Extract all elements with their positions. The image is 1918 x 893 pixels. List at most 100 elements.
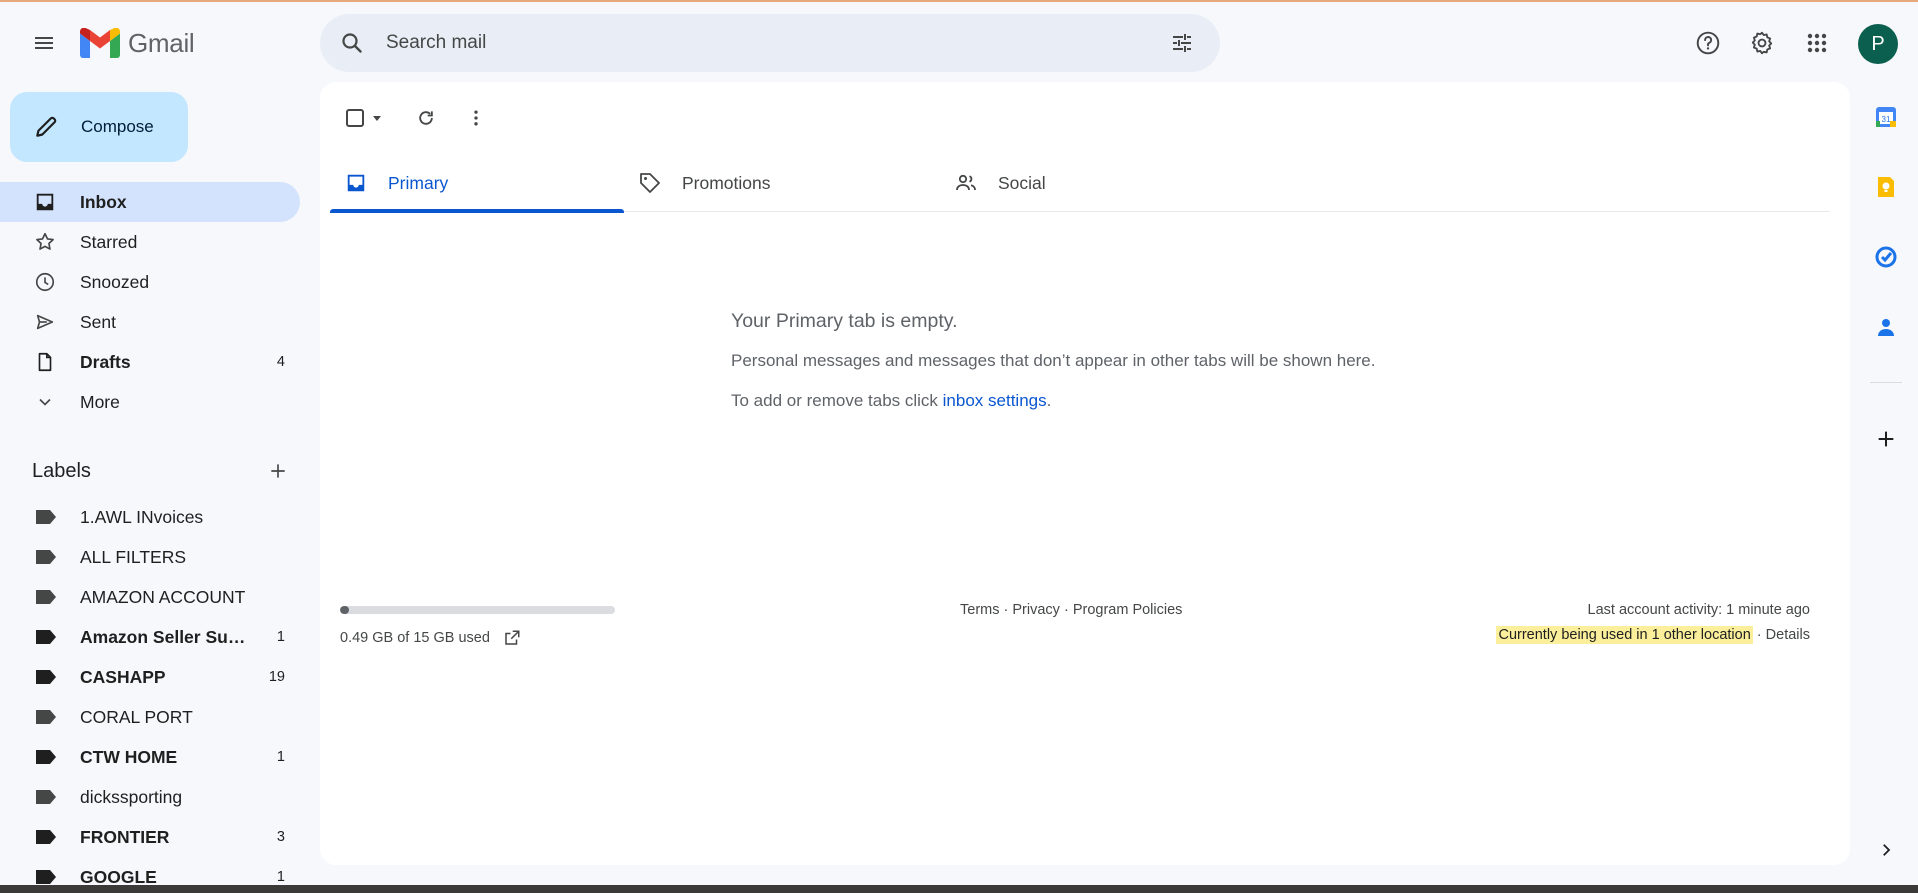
app-name: Gmail: [128, 27, 195, 58]
tag-icon: [638, 171, 662, 195]
taskbar-edge: [0, 885, 1918, 893]
select-all-checkbox[interactable]: [340, 98, 388, 138]
settings-icon: [1751, 31, 1773, 55]
chevron-right-icon: [1883, 844, 1891, 856]
empty-state: Your Primary tab is empty. Personal mess…: [731, 310, 1631, 411]
tab-promotions[interactable]: Promotions: [624, 154, 940, 212]
storage-text: 0.49 GB of 15 GB used: [340, 630, 490, 646]
label-item[interactable]: dickssporting: [0, 777, 300, 817]
unread-count: 4: [276, 354, 285, 370]
get-addons-button[interactable]: [1868, 421, 1904, 457]
google-apps-button[interactable]: [1797, 23, 1837, 63]
footer-separator: ·: [1752, 627, 1766, 643]
label-icon: [36, 550, 56, 564]
nav-item-drafts[interactable]: Drafts 4: [0, 342, 300, 382]
empty-state-description: Personal messages and messages that don’…: [731, 351, 1376, 370]
star-icon: [33, 230, 57, 254]
tasks-icon: [1875, 246, 1897, 268]
tab-social[interactable]: Social: [940, 154, 1256, 212]
label-name: dickssporting: [80, 786, 183, 807]
activity-details-link[interactable]: Details: [1766, 627, 1810, 643]
mail-toolbar: [340, 94, 496, 142]
terms-link[interactable]: Terms: [960, 602, 999, 618]
search-options-button[interactable]: [1162, 23, 1202, 63]
label-item[interactable]: CORAL PORT: [0, 697, 300, 737]
label-name: CTW HOME: [80, 746, 178, 767]
label-icon: [36, 710, 56, 724]
apps-icon: [1807, 33, 1827, 53]
inbox-icon: [33, 190, 57, 214]
search-options-icon: [1173, 34, 1191, 52]
empty-state-settings-hint: To add or remove tabs click inbox settin…: [731, 391, 1631, 411]
footer-separator: ·: [999, 602, 1013, 618]
caret-down-icon: [373, 116, 381, 121]
label-item[interactable]: Amazon Seller Sup... 1: [0, 617, 300, 657]
label-item[interactable]: FRONTIER 3: [0, 817, 300, 857]
search-icon: [342, 33, 362, 53]
empty-state-title: Your Primary tab is empty.: [731, 310, 958, 332]
nav-item-inbox[interactable]: Inbox: [0, 182, 300, 222]
search-input[interactable]: [372, 14, 1162, 72]
nav-item-snoozed[interactable]: Snoozed: [0, 262, 300, 302]
manage-storage-link[interactable]: [502, 628, 522, 648]
label-item[interactable]: AMAZON ACCOUNT: [0, 577, 300, 617]
chevron-down-icon: [33, 390, 57, 414]
unread-count: 3: [276, 829, 285, 845]
tab-label: Promotions: [682, 172, 771, 193]
settings-hint-suffix: .: [1046, 391, 1052, 410]
inbox-settings-link[interactable]: inbox settings: [943, 391, 1047, 410]
nav-item-starred[interactable]: Starred: [0, 222, 300, 262]
pencil-icon: [32, 113, 60, 141]
nav-item-more[interactable]: More: [0, 382, 300, 422]
menu-icon: [35, 37, 53, 49]
labels-list: 1.AWL INvoices ALL FILTERS AMAZON ACCOUN…: [0, 497, 300, 893]
settings-button[interactable]: [1742, 23, 1782, 63]
nav-item-sent[interactable]: Sent: [0, 302, 300, 342]
label-icon: [36, 790, 56, 804]
more-actions-button[interactable]: [456, 98, 496, 138]
contacts-app-button[interactable]: [1868, 309, 1904, 345]
nav-item-label: Starred: [80, 231, 138, 252]
label-icon: [36, 670, 56, 684]
create-label-button[interactable]: [262, 455, 294, 487]
keep-app-button[interactable]: [1868, 169, 1904, 205]
open-in-new-icon: [505, 630, 520, 645]
compose-button[interactable]: Compose: [10, 92, 188, 162]
label-name: 1.AWL INvoices: [80, 506, 204, 527]
settings-hint-text: To add or remove tabs click: [731, 391, 943, 410]
contacts-icon: [1878, 319, 1894, 336]
label-item[interactable]: CASHAPP 19: [0, 657, 300, 697]
gmail-logo[interactable]: Gmail: [80, 25, 195, 61]
main-menu-button[interactable]: [24, 23, 64, 63]
checkbox-icon: [346, 109, 364, 127]
hide-side-panel-button[interactable]: [1868, 832, 1904, 868]
tab-label: Primary: [388, 172, 449, 193]
program-policies-link[interactable]: Program Policies: [1073, 602, 1183, 618]
account-avatar[interactable]: P: [1858, 24, 1898, 64]
label-icon: [36, 870, 56, 884]
tasks-app-button[interactable]: [1868, 239, 1904, 275]
label-item[interactable]: CTW HOME 1: [0, 737, 300, 777]
nav-item-label: More: [80, 391, 120, 412]
label-item[interactable]: ALL FILTERS: [0, 537, 300, 577]
search-button[interactable]: [332, 23, 372, 63]
refresh-icon: [419, 111, 433, 125]
draft-file-icon: [33, 350, 57, 374]
calendar-icon: 31: [1876, 107, 1896, 127]
refresh-button[interactable]: [406, 98, 446, 138]
calendar-app-button[interactable]: 31: [1868, 99, 1904, 135]
storage-progress-fill: [340, 606, 350, 614]
tab-primary[interactable]: Primary: [330, 154, 624, 213]
privacy-link[interactable]: Privacy: [1012, 602, 1060, 618]
category-tabs: Primary Promotions Social: [330, 154, 1830, 213]
more-vert-icon: [474, 110, 478, 126]
help-button[interactable]: [1688, 23, 1728, 63]
label-item[interactable]: 1.AWL INvoices: [0, 497, 300, 537]
label-name: ALL FILTERS: [80, 546, 187, 567]
add-icon: [1878, 431, 1894, 447]
label-icon: [36, 590, 56, 604]
label-icon: [36, 630, 56, 644]
search-bar: [320, 14, 1220, 72]
storage-progress-bar: [340, 606, 615, 614]
header: Gmail P: [0, 2, 1918, 82]
